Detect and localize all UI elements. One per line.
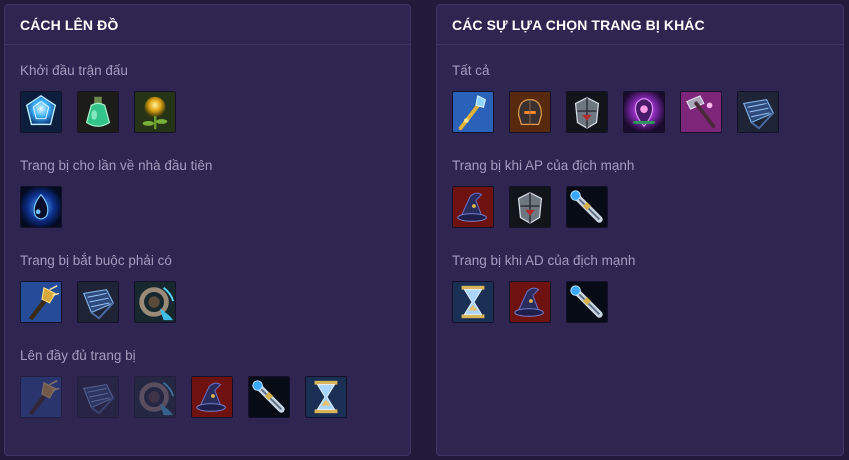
starting-items-title: Khởi đầu trận đấu (20, 63, 128, 78)
spiral-boots-icon[interactable] (134, 281, 176, 323)
silver-armor-icon[interactable] (509, 186, 551, 228)
core-items-section: Trang bị bắt buộc phải có (20, 253, 176, 323)
first-back-title: Trang bị cho lần về nhà đầu tiên (20, 158, 213, 173)
build-path-panel: CÁCH LÊN ĐỒ Khởi đầu trận đấu Trang bị c… (4, 4, 411, 456)
blue-telescope-staff-icon[interactable] (248, 376, 290, 418)
alternative-items-panel: CÁC SỰ LỰA CHỌN TRANG BỊ KHÁC Tất cả Tra… (436, 4, 844, 456)
pink-hammer-icon[interactable] (680, 91, 722, 133)
gold-staff-claw-icon[interactable] (20, 376, 62, 418)
first-back-section: Trang bị cho lần về nhà đầu tiên (20, 158, 212, 228)
hourglass-icon[interactable] (305, 376, 347, 418)
alternative-items-title: CÁC SỰ LỰA CHỌN TRANG BỊ KHÁC (437, 5, 843, 45)
all-items-title: Tất cả (452, 63, 490, 78)
core-items-title: Trang bị bắt buộc phải có (20, 253, 172, 268)
silver-armor-icon[interactable] (566, 91, 608, 133)
green-potion-icon[interactable] (77, 91, 119, 133)
red-wizard-hat-icon[interactable] (509, 281, 551, 323)
blue-telescope-staff-icon[interactable] (566, 281, 608, 323)
item-row (20, 186, 212, 228)
vs-ad-section: Trang bị khi AD của địch mạnh (452, 253, 635, 323)
build-path-title: CÁCH LÊN ĐỒ (5, 5, 410, 45)
hourglass-icon[interactable] (452, 281, 494, 323)
vs-ap-section: Trang bị khi AP của địch mạnh (452, 158, 634, 228)
item-row (452, 186, 634, 228)
golden-sceptre-icon[interactable] (452, 91, 494, 133)
blue-gem-icon[interactable] (20, 91, 62, 133)
item-row (452, 281, 635, 323)
vs-ad-title: Trang bị khi AD của địch mạnh (452, 253, 636, 268)
red-wizard-hat-icon[interactable] (191, 376, 233, 418)
full-build-title: Lên đầy đủ trang bị (20, 348, 136, 363)
item-row (20, 91, 176, 133)
blue-gauntlet-icon[interactable] (737, 91, 779, 133)
full-build-section: Lên đầy đủ trang bị (20, 348, 347, 418)
item-row (20, 281, 176, 323)
item-row (452, 91, 779, 133)
purple-crystal-icon[interactable] (623, 91, 665, 133)
spiral-boots-icon[interactable] (134, 376, 176, 418)
starting-items-section: Khởi đầu trận đấu (20, 63, 176, 133)
dark-seal-icon[interactable] (20, 186, 62, 228)
dark-helmet-icon[interactable] (509, 91, 551, 133)
vs-ap-title: Trang bị khi AP của địch mạnh (452, 158, 635, 173)
blue-gauntlet-icon[interactable] (77, 376, 119, 418)
sun-flower-icon[interactable] (134, 91, 176, 133)
red-wizard-hat-icon[interactable] (452, 186, 494, 228)
blue-gauntlet-icon[interactable] (77, 281, 119, 323)
all-items-section: Tất cả (452, 63, 779, 133)
blue-telescope-staff-icon[interactable] (566, 186, 608, 228)
gold-staff-claw-icon[interactable] (20, 281, 62, 323)
item-row (20, 376, 347, 418)
